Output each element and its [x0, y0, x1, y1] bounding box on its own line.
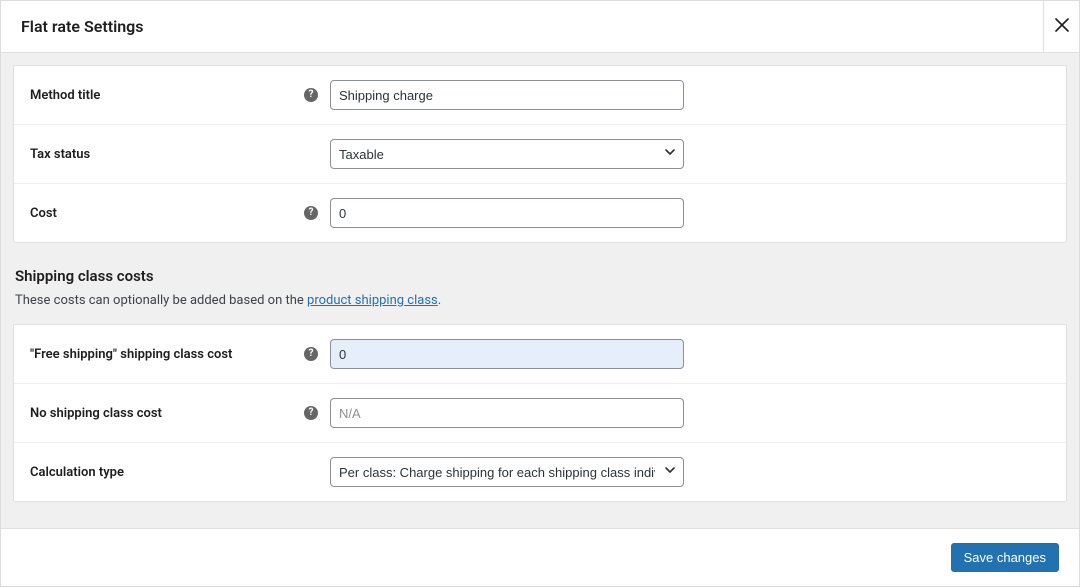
cost-label: Cost ?	[30, 206, 330, 221]
calculation-type-select[interactable]: Per class: Charge shipping for each ship…	[330, 457, 684, 487]
calculation-type-control: Per class: Charge shipping for each ship…	[330, 457, 684, 487]
save-changes-button[interactable]: Save changes	[951, 543, 1059, 572]
product-shipping-class-link[interactable]: product shipping class	[307, 293, 438, 308]
modal-title: Flat rate Settings	[21, 17, 144, 36]
help-icon[interactable]: ?	[304, 206, 318, 220]
free-shipping-class-label: "Free shipping" shipping class cost ?	[30, 347, 330, 362]
calculation-type-select-wrapper: Per class: Charge shipping for each ship…	[330, 457, 684, 487]
description-suffix: .	[438, 293, 441, 308]
method-title-label-text: Method title	[30, 88, 100, 103]
no-shipping-class-input[interactable]	[330, 398, 684, 428]
no-shipping-class-control	[330, 398, 684, 428]
no-shipping-class-row: No shipping class cost ?	[14, 384, 1066, 443]
no-shipping-class-label: No shipping class cost ?	[30, 406, 330, 421]
free-shipping-class-input[interactable]	[330, 339, 684, 369]
tax-status-select-wrapper: Taxable	[330, 139, 684, 169]
method-title-control	[330, 80, 684, 110]
free-shipping-class-row: "Free shipping" shipping class cost ?	[14, 325, 1066, 384]
help-icon[interactable]: ?	[304, 347, 318, 361]
cost-row: Cost ?	[14, 184, 1066, 242]
method-title-row: Method title ?	[14, 66, 1066, 125]
modal-body: Method title ? Tax status Taxable	[1, 53, 1079, 528]
tax-status-select[interactable]: Taxable	[330, 139, 684, 169]
tax-status-control: Taxable	[330, 139, 684, 169]
form-table-class-costs: "Free shipping" shipping class cost ? No…	[13, 324, 1067, 502]
cost-control	[330, 198, 684, 228]
shipping-class-costs-heading: Shipping class costs	[13, 267, 1067, 285]
method-title-input[interactable]	[330, 80, 684, 110]
free-shipping-class-label-text: "Free shipping" shipping class cost	[30, 347, 232, 362]
modal-footer: Save changes	[1, 528, 1079, 586]
tax-status-label-text: Tax status	[30, 147, 90, 162]
cost-input[interactable]	[330, 198, 684, 228]
help-icon[interactable]: ?	[304, 88, 318, 102]
calculation-type-row: Calculation type Per class: Charge shipp…	[14, 443, 1066, 501]
help-icon[interactable]: ?	[304, 406, 318, 420]
method-title-label: Method title ?	[30, 88, 330, 103]
shipping-class-costs-description: These costs can optionally be added base…	[13, 293, 1067, 308]
modal-header: Flat rate Settings	[1, 1, 1079, 53]
tax-status-row: Tax status Taxable	[14, 125, 1066, 184]
close-icon	[1055, 16, 1069, 37]
form-table-main: Method title ? Tax status Taxable	[13, 65, 1067, 243]
calculation-type-label-text: Calculation type	[30, 465, 124, 480]
tax-status-label: Tax status	[30, 147, 330, 162]
flat-rate-settings-modal: Flat rate Settings Method title ? Tax st…	[0, 0, 1080, 587]
calculation-type-label: Calculation type	[30, 465, 330, 480]
free-shipping-class-control	[330, 339, 684, 369]
close-button[interactable]	[1043, 1, 1079, 52]
cost-label-text: Cost	[30, 206, 57, 221]
description-prefix: These costs can optionally be added base…	[15, 293, 307, 308]
no-shipping-class-label-text: No shipping class cost	[30, 406, 162, 421]
